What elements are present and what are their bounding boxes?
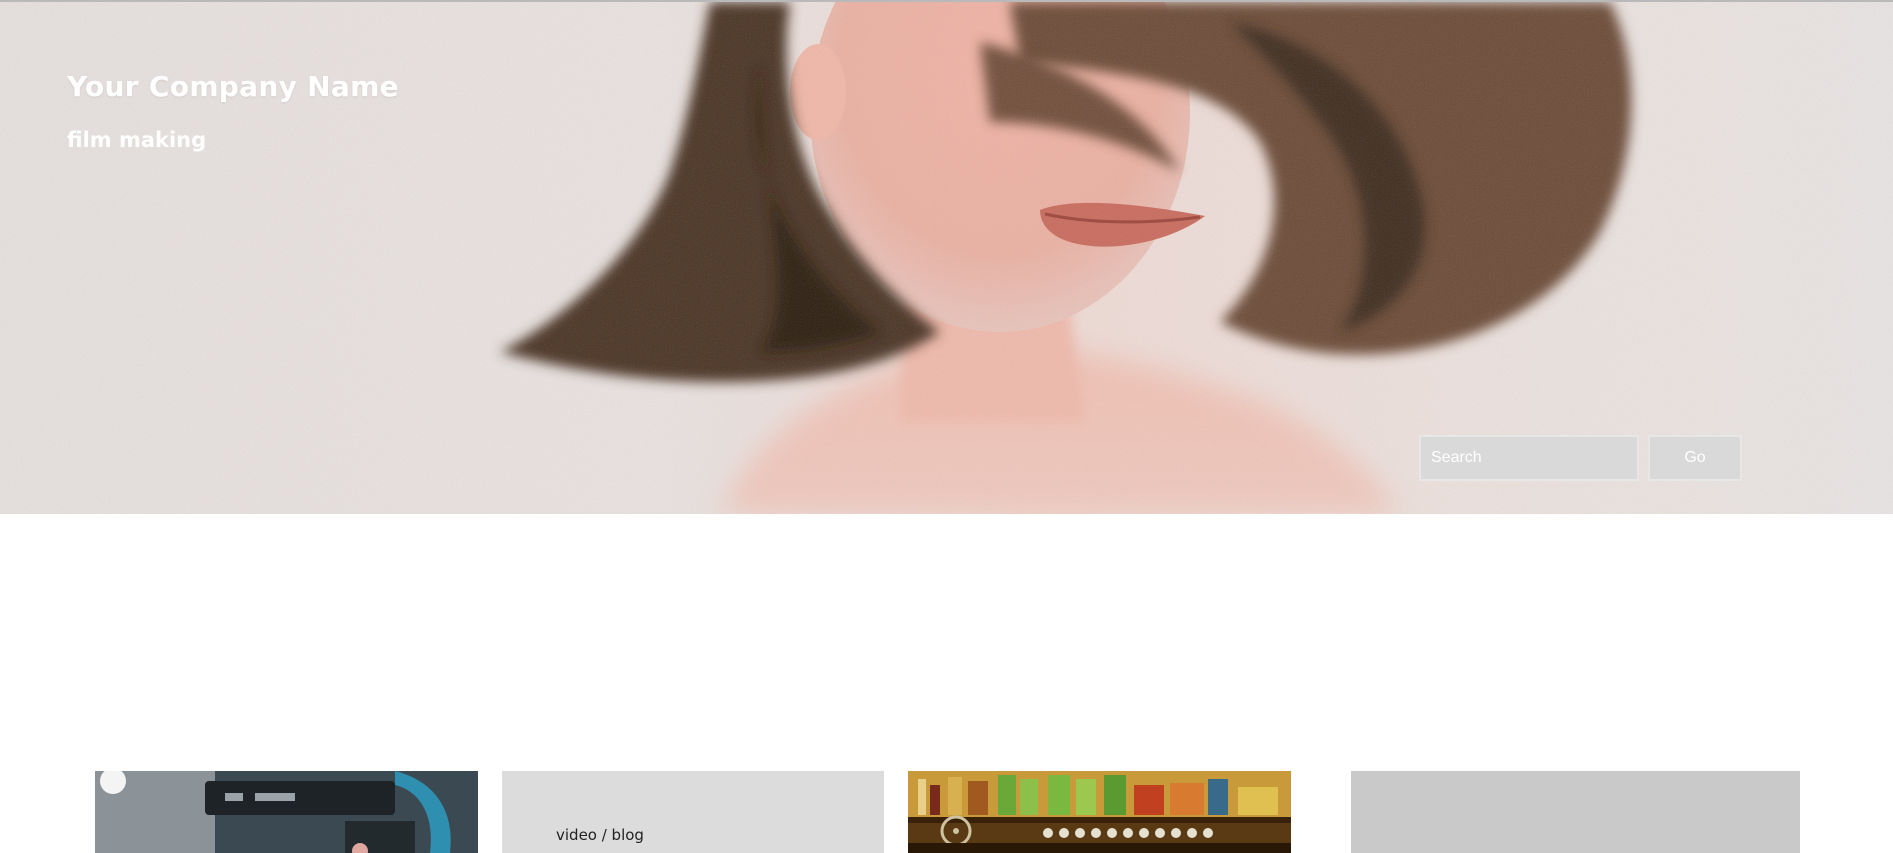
hero-banner: Your Company Name film making Go: [0, 2, 1893, 514]
film-camera-image: [95, 771, 478, 853]
equipment-shelf-image: [908, 771, 1291, 853]
card-video-blog[interactable]: video / blog: [502, 771, 884, 853]
search-go-button[interactable]: Go: [1648, 435, 1742, 481]
company-name[interactable]: Your Company Name: [67, 70, 399, 103]
company-tagline: film making: [67, 128, 207, 152]
card-film-camera[interactable]: [95, 771, 478, 853]
search-input[interactable]: [1419, 435, 1639, 481]
card-equipment-shelf[interactable]: [908, 771, 1291, 853]
card-label-video-blog[interactable]: video / blog: [556, 826, 644, 844]
card-placeholder[interactable]: [1351, 771, 1800, 853]
page: Your Company Name film making Go video /…: [0, 0, 1893, 853]
